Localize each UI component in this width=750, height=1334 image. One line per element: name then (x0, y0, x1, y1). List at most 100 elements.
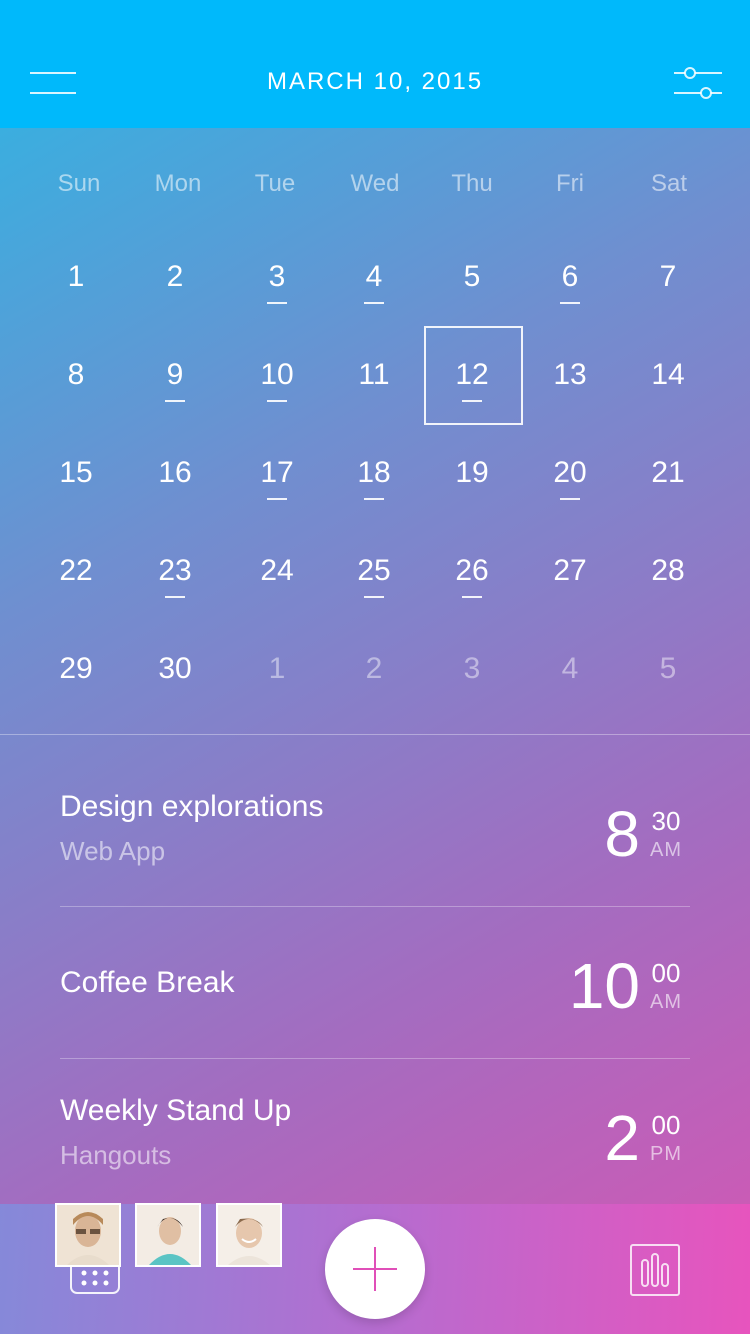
event-indicator (560, 498, 580, 500)
event-indicator (267, 302, 287, 304)
calendar-day[interactable]: 6 (520, 228, 620, 326)
calendar-day[interactable]: 29 (26, 620, 126, 718)
calendar-day[interactable]: 19 (422, 424, 522, 522)
calendar-day[interactable]: 9 (125, 326, 225, 424)
avatar[interactable] (55, 1203, 121, 1267)
calendar-day[interactable]: 4 (520, 620, 620, 718)
event-indicator (364, 596, 384, 598)
event-time: 2 00 PM (550, 1104, 690, 1184)
weekday-label: Thu (451, 170, 493, 197)
calendar-day-label: 16 (158, 456, 192, 489)
calendar-day-label: 3 (268, 260, 286, 293)
add-event-button[interactable] (325, 1219, 425, 1319)
calendar-day-label: 23 (158, 554, 192, 587)
calendar-day-label: 21 (651, 456, 685, 489)
event-ampm: PM (650, 1143, 682, 1165)
calendar-day[interactable]: 1 (26, 228, 126, 326)
calendar-day-label: 1 (268, 652, 286, 685)
event-indicator (462, 596, 482, 598)
event-item[interactable]: Coffee Break 10 00 AM (60, 932, 690, 1082)
calendar-day[interactable]: 25 (324, 522, 424, 620)
calendar-day[interactable]: 2 (125, 228, 225, 326)
calendar-day-selected[interactable]: 12 (422, 326, 523, 425)
calendar-day[interactable]: 11 (324, 326, 424, 424)
event-divider (60, 906, 690, 907)
calendar-day[interactable]: 14 (618, 326, 718, 424)
calendar-day[interactable]: 26 (422, 522, 522, 620)
calendar-day-label: 15 (59, 456, 93, 489)
calendar-day[interactable]: 7 (618, 228, 718, 326)
event-time: 8 30 AM (550, 800, 690, 880)
calendar-day-label: 11 (358, 358, 390, 391)
calendar-day-label: 7 (659, 260, 677, 293)
calendar-day-label: 14 (651, 358, 685, 391)
calendar-day-label: 2 (166, 260, 184, 293)
calendar-day[interactable]: 24 (227, 522, 327, 620)
event-item[interactable]: Design explorations Web App 8 30 AM (60, 780, 690, 930)
calendar-day-label: 29 (59, 652, 93, 685)
calendar-day[interactable]: 2 (324, 620, 424, 718)
calendar-day[interactable]: 17 (227, 424, 327, 522)
calendar-day-label: 30 (158, 652, 192, 685)
calendar-day-label: 2 (365, 652, 383, 685)
calendar-day[interactable]: 1 (227, 620, 327, 718)
calendar-day[interactable]: 16 (125, 424, 225, 522)
weekday-label: Mon (154, 170, 202, 197)
calendar-day[interactable]: 15 (26, 424, 126, 522)
page-title: MARCH 10, 2015 (266, 68, 484, 95)
calendar-day[interactable]: 10 (227, 326, 327, 424)
calendar-day-label: 5 (463, 260, 481, 293)
calendar-day[interactable]: 21 (618, 424, 718, 522)
calendar-day-label: 17 (260, 456, 294, 489)
calendar-day-label: 4 (365, 260, 383, 293)
calendar-day-label: 26 (455, 554, 489, 587)
event-indicator (462, 400, 482, 402)
calendar-day-label: 27 (553, 554, 587, 587)
calendar-day[interactable]: 23 (125, 522, 225, 620)
calendar-day[interactable]: 13 (520, 326, 620, 424)
calendar-day[interactable]: 5 (422, 228, 522, 326)
calendar-day-label: 4 (561, 652, 579, 685)
calendar-day[interactable]: 30 (125, 620, 225, 718)
calendar-day[interactable]: 20 (520, 424, 620, 522)
calendar-day[interactable]: 22 (26, 522, 126, 620)
event-hour: 10 (568, 950, 640, 1022)
calendar-day[interactable]: 5 (618, 620, 718, 718)
section-divider (0, 734, 750, 735)
calendar-day-label: 20 (553, 456, 587, 489)
event-indicator (165, 400, 185, 402)
calendar-day-label: 19 (455, 456, 489, 489)
calendar-day[interactable]: 8 (26, 326, 126, 424)
event-indicator (364, 498, 384, 500)
calendar-day-label: 10 (260, 358, 294, 391)
event-indicator (267, 400, 287, 402)
calendar-day-label: 18 (357, 456, 391, 489)
calendar-day-label: 3 (463, 652, 481, 685)
calendar-day[interactable]: 28 (618, 522, 718, 620)
event-title: Design explorations (60, 790, 324, 823)
calendar-day-label: 9 (166, 358, 184, 391)
calendar-day-label: 13 (553, 358, 587, 391)
sliders-filter-icon[interactable] (674, 66, 722, 100)
calendar-day[interactable]: 4 (324, 228, 424, 326)
bar-chart-icon[interactable] (630, 1244, 680, 1296)
event-hour: 2 (604, 1102, 640, 1174)
event-indicator (364, 302, 384, 304)
avatar[interactable] (216, 1203, 282, 1267)
calendar-day-label: 12 (455, 358, 489, 391)
event-hour: 8 (604, 798, 640, 870)
weekday-label: Sat (650, 170, 688, 197)
calendar-day-label: 24 (260, 554, 294, 587)
calendar-day[interactable]: 3 (227, 228, 327, 326)
calendar-grid: 1 2 3 4 5 6 7 8 9 10 11 12 13 14 15 16 17 18 19 20 21 22 23 24 2… (0, 228, 750, 718)
calendar-day[interactable]: 18 (324, 424, 424, 522)
event-indicator (560, 302, 580, 304)
weekday-label: Tue (254, 170, 296, 197)
calendar-day[interactable]: 27 (520, 522, 620, 620)
event-divider (60, 1058, 690, 1059)
weekday-label: Wed (350, 170, 400, 197)
avatar[interactable] (135, 1203, 201, 1267)
plus-icon (353, 1247, 397, 1291)
calendar-day[interactable]: 3 (422, 620, 522, 718)
event-ampm: AM (650, 839, 682, 861)
